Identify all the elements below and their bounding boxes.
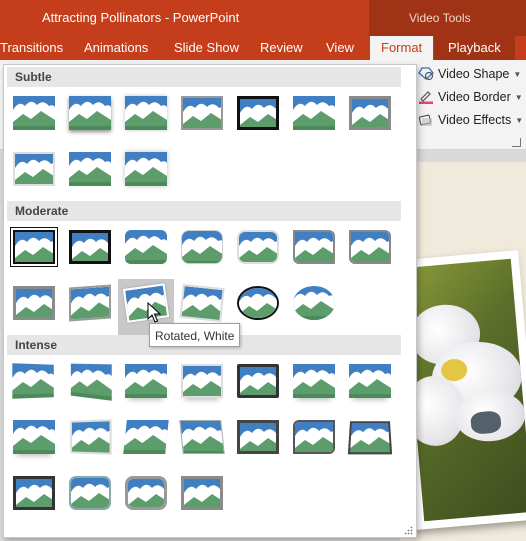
ribbon-tabs: Transitions Animations Slide Show Review… [0,36,526,60]
video-style-intense-15[interactable] [13,476,55,510]
resize-grip-icon[interactable] [404,526,413,535]
video-shape-button[interactable]: Video Shape ▼ [418,64,521,84]
section-header-subtle: Subtle [7,67,401,87]
video-style-subtle-2[interactable] [69,96,111,130]
video-image [402,258,526,522]
video-style-subtle-8[interactable] [13,152,55,186]
chevron-down-icon: ▼ [513,69,522,79]
video-style-moderate-9[interactable] [69,284,111,322]
title-bar: Attracting Pollinators - PowerPoint Vide… [0,0,526,36]
chevron-down-icon: ▼ [514,92,523,102]
video-style-intense-8[interactable] [13,420,55,454]
video-style-moderate-1[interactable] [10,227,58,267]
tab-review[interactable]: Review [260,40,303,55]
video-style-moderate-12[interactable] [237,286,279,320]
video-style-moderate-2[interactable] [69,230,111,264]
tab-transitions[interactable]: Transitions [0,40,63,55]
video-style-moderate-11[interactable] [179,283,225,323]
gallery-scrollbar[interactable] [399,65,416,535]
video-style-intense-6[interactable] [293,364,335,398]
section-header-moderate: Moderate [7,201,401,221]
window-title: Attracting Pollinators - PowerPoint [42,10,240,25]
video-style-intense-14[interactable] [347,420,393,455]
video-effects-button[interactable]: Video Effects ▼ [418,110,523,130]
video-style-subtle-5[interactable] [237,96,279,130]
dialog-launcher-icon[interactable] [512,138,521,147]
tab-animations[interactable]: Animations [84,40,148,55]
video-style-intense-5[interactable] [237,364,279,398]
video-style-intense-12[interactable] [237,420,279,454]
video-style-intense-3[interactable] [125,364,167,398]
video-style-moderate-13[interactable] [293,286,335,320]
tooltip: Rotated, White [149,323,241,347]
video-style-intense-7[interactable] [349,364,391,398]
video-style-subtle-10[interactable] [125,152,167,186]
video-shape-label: Video Shape [438,67,510,81]
context-tab-group: Video Tools [369,0,526,36]
tab-playback[interactable]: Playback [434,36,515,60]
video-style-intense-1[interactable] [12,363,55,399]
tab-format[interactable]: Format [370,36,434,60]
effects-icon [418,113,434,127]
video-style-moderate-8[interactable] [13,286,55,320]
tab-view[interactable]: View [326,40,354,55]
video-style-moderate-7[interactable] [349,230,391,264]
video-style-subtle-1[interactable] [13,96,55,130]
shapes-icon [418,67,434,81]
video-style-moderate-5[interactable] [237,230,279,264]
video-style-moderate-6[interactable] [293,230,335,264]
video-style-intense-2[interactable] [69,363,112,401]
video-style-subtle-4[interactable] [181,96,223,130]
mouse-cursor-icon [147,302,161,323]
video-effects-label: Video Effects [438,113,512,127]
chevron-down-icon: ▼ [515,115,524,125]
video-style-intense-9[interactable] [69,419,112,455]
video-style-subtle-3[interactable] [125,96,167,130]
tab-slide-show[interactable]: Slide Show [174,40,239,55]
pen-border-icon [418,90,434,104]
video-style-subtle-7[interactable] [349,96,391,130]
video-border-label: Video Border [438,90,511,104]
video-style-intense-11[interactable] [179,420,225,454]
video-style-intense-10[interactable] [123,420,169,454]
video-style-intense-13[interactable] [293,420,335,454]
video-style-intense-16[interactable] [69,476,111,510]
video-style-subtle-9[interactable] [69,152,111,186]
video-style-intense-18[interactable] [181,476,223,510]
context-group-label: Video Tools [409,11,471,25]
video-style-intense-4[interactable] [181,364,223,398]
video-style-subtle-6[interactable] [293,96,335,130]
video-style-intense-17[interactable] [125,476,167,510]
video-style-moderate-3[interactable] [125,230,167,264]
video-style-moderate-4[interactable] [181,230,223,264]
video-border-button[interactable]: Video Border ▼ [418,87,523,107]
